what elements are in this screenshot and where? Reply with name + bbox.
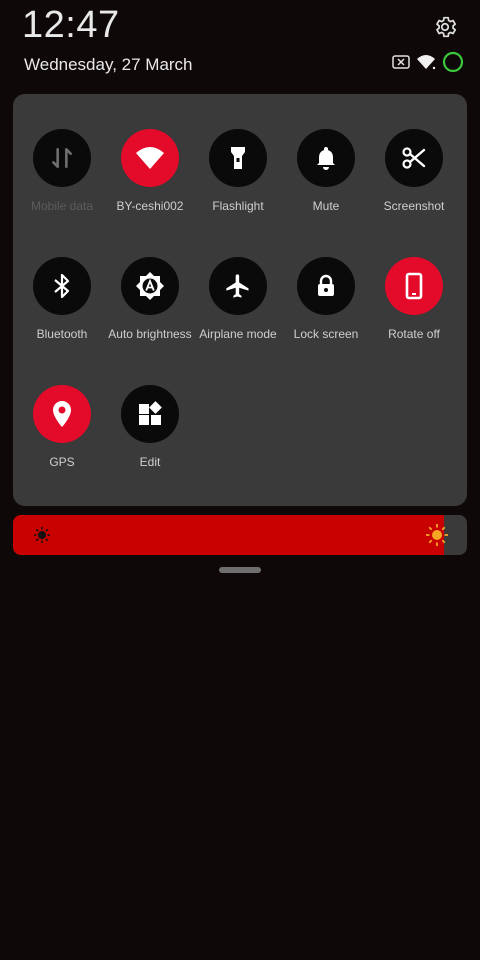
bluetooth-icon bbox=[33, 257, 91, 315]
mobile-data-icon bbox=[33, 129, 91, 187]
tile-label: Airplane mode bbox=[199, 327, 277, 341]
airplane-icon bbox=[209, 257, 267, 315]
scissors-icon bbox=[385, 129, 443, 187]
tile-label: GPS bbox=[49, 455, 75, 469]
auto-brightness-icon bbox=[121, 257, 179, 315]
flashlight-icon bbox=[209, 129, 267, 187]
rotate-lock-icon bbox=[385, 257, 443, 315]
wifi-icon bbox=[121, 129, 179, 187]
tile-airplane-mode[interactable]: Airplane mode bbox=[192, 257, 284, 341]
sun-small-icon bbox=[33, 526, 51, 549]
tile-mute[interactable]: Mute bbox=[280, 129, 372, 213]
tile-rotate-off[interactable]: Rotate off bbox=[368, 257, 460, 341]
tile-label: Flashlight bbox=[212, 199, 264, 213]
tile-screenshot[interactable]: Screenshot bbox=[368, 129, 460, 213]
tile-label: Lock screen bbox=[293, 327, 359, 341]
tile-label: Rotate off bbox=[388, 327, 440, 341]
tile-label: Auto brightness bbox=[108, 327, 192, 341]
quick-settings-panel: Mobile data BY-ceshi002 Flashlight Mute bbox=[13, 94, 467, 506]
lock-icon bbox=[297, 257, 355, 315]
tile-label: Mute bbox=[312, 199, 340, 213]
drag-handle[interactable] bbox=[219, 567, 261, 573]
tile-label: Edit bbox=[139, 455, 161, 469]
no-sim-icon bbox=[392, 54, 410, 75]
tile-mobile-data[interactable]: Mobile data bbox=[16, 129, 108, 213]
tile-flashlight[interactable]: Flashlight bbox=[192, 129, 284, 213]
status-date: Wednesday, 27 March bbox=[24, 55, 193, 74]
tile-wifi[interactable]: BY-ceshi002 bbox=[104, 129, 196, 213]
tile-auto-brightness[interactable]: Auto brightness bbox=[104, 257, 196, 341]
status-icons bbox=[392, 51, 464, 78]
tile-label: Mobile data bbox=[30, 199, 94, 213]
tile-gps[interactable]: GPS bbox=[16, 385, 108, 469]
tile-label: Bluetooth bbox=[36, 327, 88, 341]
tile-edit[interactable]: Edit bbox=[104, 385, 196, 469]
sun-large-icon bbox=[425, 523, 449, 552]
tile-label: BY-ceshi002 bbox=[116, 199, 184, 213]
bell-icon bbox=[297, 129, 355, 187]
tile-label: Screenshot bbox=[383, 199, 445, 213]
brightness-fill bbox=[13, 515, 445, 555]
location-pin-icon bbox=[33, 385, 91, 443]
tile-bluetooth[interactable]: Bluetooth bbox=[16, 257, 108, 341]
battery-ring-icon bbox=[442, 51, 464, 78]
settings-gear-icon[interactable] bbox=[432, 14, 458, 40]
wifi-signal-icon bbox=[416, 54, 436, 75]
status-clock: 12:47 bbox=[22, 4, 120, 46]
grid-edit-icon bbox=[121, 385, 179, 443]
tile-lock-screen[interactable]: Lock screen bbox=[280, 257, 372, 341]
brightness-slider[interactable] bbox=[13, 515, 467, 555]
